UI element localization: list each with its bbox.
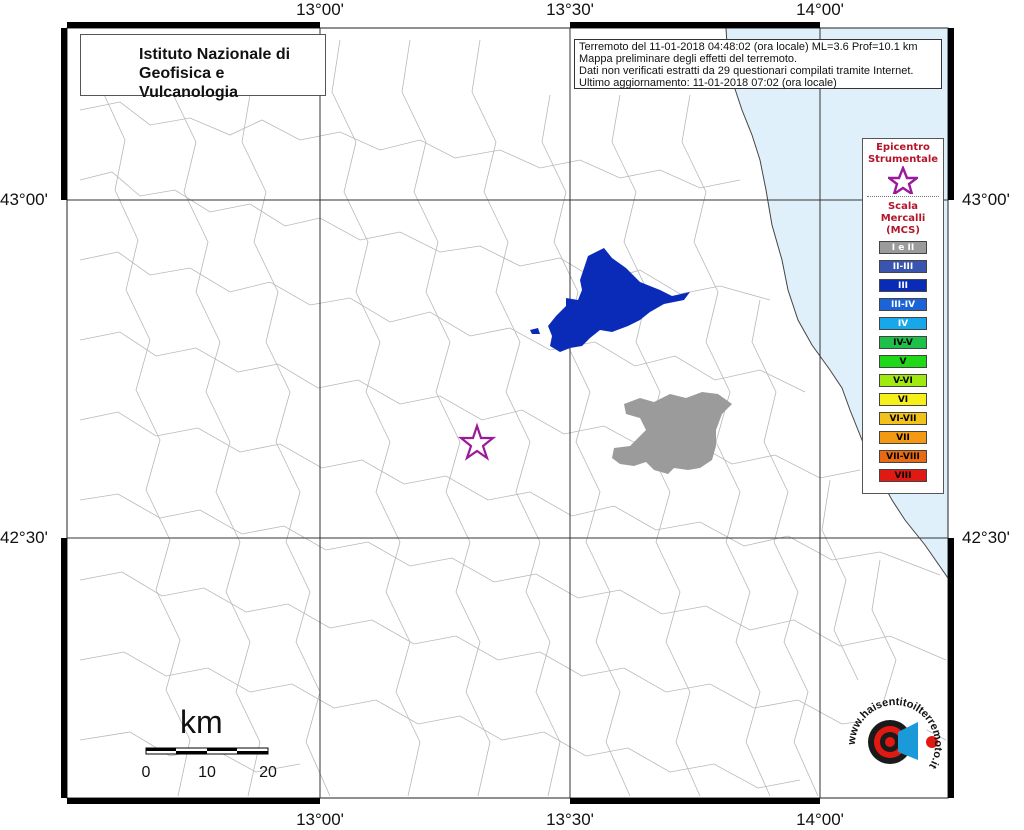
legend-swatch: II-III [879,260,927,273]
legend-swatch: V [879,355,927,368]
event-info-line3: Dati non verificati estratti da 29 quest… [579,65,914,77]
felt-area-i-ii [612,392,732,474]
legend-swatch: VI [879,393,927,406]
lat-label-left-2: 42°30' [0,528,48,547]
legend-divider [867,196,939,197]
lon-label-bottom-3: 14°00' [796,810,844,829]
lon-label-bottom-1: 13°00' [296,810,344,829]
legend-scale-title-3: (MCS) [886,225,920,236]
scale-bar-label-0: 0 [141,764,151,781]
event-info-box: Terremoto del 11-01-2018 04:48:02 (ora l… [574,39,942,89]
legend-swatch-list: I e II II-III III III-IV IV IV-V V V-VI VI VI-VII… [863,241,943,482]
lon-label-top-3: 14°00' [796,0,844,19]
lat-label-left-1: 43°00' [0,190,48,209]
watermark-url: www.haisentitoilterremoto.it [846,696,944,771]
lon-label-top-1: 13°00' [296,0,344,19]
lat-label-right-1: 43°00' [962,190,1010,209]
watermark-text: www.haisentitoilterremoto.it [846,696,944,771]
legend-swatch: IV-V [879,336,927,349]
scale-bar [145,747,269,755]
legend-swatch: VII [879,431,927,444]
scale-bar-unit: km [180,704,223,740]
legend-epicenter-title-2: Strumentale [867,154,939,165]
legend-epicenter-title-1: Epicentro [876,142,930,153]
legend-swatch: VIII [879,469,927,482]
legend-swatch: VII-VIII [879,450,927,463]
lon-label-bottom-2: 13°30' [546,810,594,829]
intensity-legend: Epicentro Strumentale Scala Mercalli (MC… [862,138,944,494]
felt-area-iii [530,248,690,352]
event-info-line2: Mappa preliminare degli effetti del terr… [579,53,798,65]
scale-bar-label-10: 10 [198,764,216,781]
legend-swatch: IV [879,317,927,330]
legend-swatch: VI-VII [879,412,927,425]
ingv-logo-line2: Geofisica e Vulcanologia [139,65,238,101]
legend-swatch: I e II [879,241,927,254]
legend-scale-title-1: Scala [887,201,919,212]
ingv-logo-line1: Istituto Nazionale di [139,46,291,63]
lon-label-top-2: 13°30' [546,0,594,19]
epicenter-star-icon [457,422,497,461]
event-info-line4: Ultimo aggiornamento: 11-01-2018 07:02 (… [579,77,837,89]
lat-label-right-2: 42°30' [962,528,1010,547]
scale-bar-label-20: 20 [259,764,277,781]
ingv-logo: Istituto Nazionale di Geofisica e Vulcan… [80,34,326,101]
legend-swatch: III-IV [879,298,927,311]
legend-star-icon [888,166,918,194]
legend-scale-title-2: Mercalli [880,213,926,224]
svg-text:www.haisentitoilterremoto.it: www.haisentitoilterremoto.it [846,696,944,771]
ingv-logo-text: Istituto Nazionale di Geofisica e Vulcan… [139,45,325,102]
event-info-line1: Terremoto del 11-01-2018 04:48:02 (ora l… [579,41,918,53]
legend-swatch: V-VI [879,374,927,387]
legend-swatch: III [879,279,927,292]
